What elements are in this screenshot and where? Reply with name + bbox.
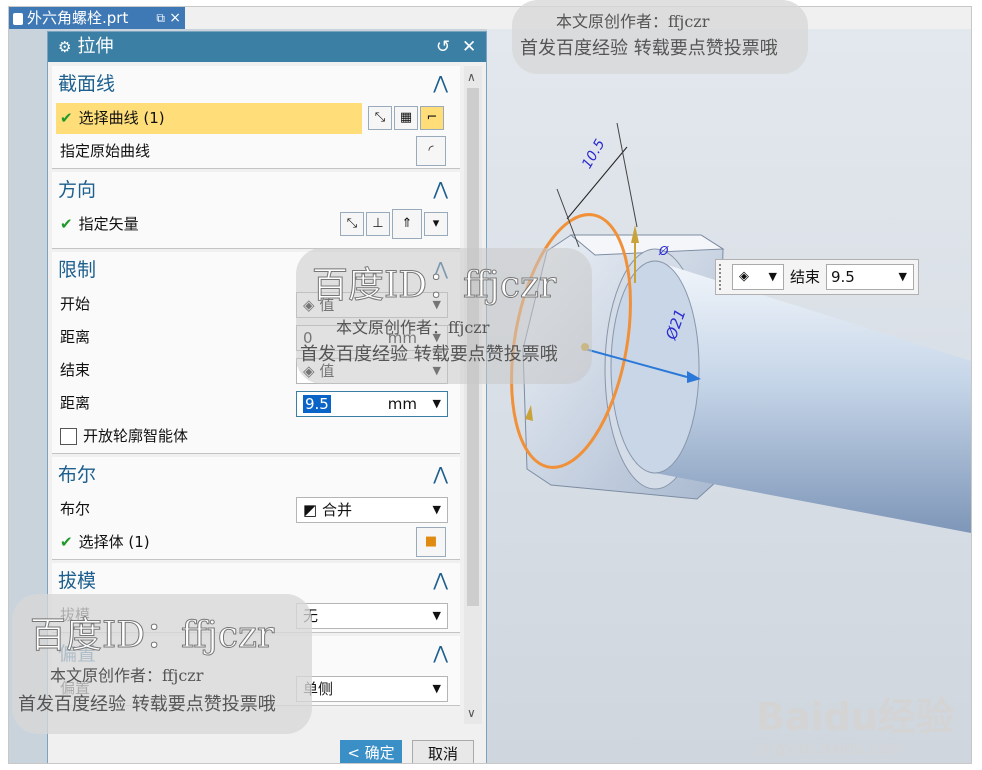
collapse-icon[interactable]: ⋀	[433, 563, 448, 599]
select-body-row[interactable]: ✔ 选择体 (1) ■	[52, 526, 460, 559]
open-profile-row[interactable]: 开放轮廓智能体	[52, 420, 460, 453]
dim-label-3: Ø	[658, 244, 669, 258]
end-distance-label: 距离	[60, 394, 91, 412]
section-curve-header[interactable]: 截面线 ⋀	[52, 66, 460, 102]
watermark-id-bottom: 百度ID：ffjczr	[29, 615, 275, 657]
specify-origin-row[interactable]: 指定原始曲线 ◜	[52, 135, 460, 168]
dim-label-1: 10.5	[579, 137, 608, 172]
gear-icon[interactable]: ⚙	[58, 38, 71, 56]
close-dialog-icon[interactable]: ✕	[462, 32, 476, 62]
check-icon: ✔	[60, 215, 73, 233]
dialog-scrollbar[interactable]: ∧ ∨	[464, 66, 482, 724]
specify-vector-label: 指定矢量	[78, 215, 139, 233]
file-tab[interactable]: 外六角螺栓.prt ⧉ ×	[9, 7, 185, 29]
curve-rule-icon[interactable]: ⤡	[368, 106, 392, 130]
drag-handle-up-head	[631, 225, 639, 243]
end-float-input[interactable]: 9.5 ▼	[826, 264, 914, 290]
collapse-icon[interactable]: ⋀	[433, 636, 448, 672]
vector-type-icon[interactable]: ⇑	[392, 209, 422, 239]
end-distance-row: 距离 9.5 mm ▼	[52, 387, 460, 420]
baidu-url: jingyan.baidu.com	[756, 739, 904, 758]
popout-icon[interactable]: ⧉	[156, 7, 165, 29]
model-drawing: 10.5 Ø21 Ø	[510, 122, 971, 533]
dropdown-arrow-icon: ▼	[768, 270, 777, 283]
direction-group: 方向 ⋀ ✔ 指定矢量 ⤡ ⊥ ⇑ ▾	[52, 172, 460, 249]
select-curve-label: 选择曲线 (1)	[78, 109, 165, 127]
graphics-viewport[interactable]: 10.5 Ø21 Ø	[487, 29, 971, 763]
dropdown-arrow-icon: ▼	[432, 609, 441, 622]
end-distance-input[interactable]: 9.5 mm ▼	[296, 391, 448, 417]
watermark-id-mid: 百度ID：ffjczr	[311, 265, 557, 307]
part-file-icon	[13, 12, 23, 25]
watermark-author-bottom: 本文原创作者：ffjczr	[50, 666, 204, 685]
dropdown-arrow-icon: ▼	[432, 397, 441, 410]
close-tab-icon[interactable]: ×	[169, 7, 181, 29]
specify-vector-row[interactable]: ✔ 指定矢量 ⤡ ⊥ ⇑ ▾	[52, 208, 460, 248]
direction-header[interactable]: 方向 ⋀	[52, 172, 460, 208]
start-label: 开始	[60, 295, 91, 313]
origin-curve-icon[interactable]: ◜	[416, 136, 446, 166]
vector-dropdown-icon[interactable]: ▾	[424, 212, 448, 236]
check-icon: ✔	[60, 109, 73, 127]
drag-grip[interactable]	[719, 264, 725, 290]
boolean-row: 布尔 ◩ 合并 ▼	[52, 493, 460, 526]
end-label: 结束	[60, 361, 91, 379]
watermark-note-top: 首发百度经验 转载要点赞投票哦	[520, 38, 778, 59]
scroll-down-icon[interactable]: ∨	[467, 706, 476, 720]
watermark-note-bottom: 首发百度经验 转载要点赞投票哦	[18, 694, 276, 715]
collapse-icon[interactable]: ⋀	[433, 66, 448, 102]
check-icon: ✔	[60, 533, 73, 551]
reverse-direction-icon[interactable]: ⤡	[340, 212, 364, 236]
ok-button[interactable]: < 确定 >	[340, 740, 402, 763]
select-body-label: 选择体 (1)	[78, 533, 150, 551]
section-sketch-icon[interactable]: ⌐	[420, 106, 444, 130]
end-float-label: 结束	[790, 268, 821, 286]
baidu-logo: Baidu经验 jingyan.baidu.com	[756, 686, 954, 758]
boolean-label: 布尔	[60, 500, 91, 518]
dialog-title: 拉伸	[77, 36, 114, 57]
offset-select[interactable]: 单侧 ▼	[296, 676, 448, 702]
open-profile-label: 开放轮廓智能体	[83, 427, 189, 445]
end-distance-handle-box: ◈ ▼ 结束 9.5 ▼	[715, 259, 919, 295]
watermark-author-top: 本文原创作者：ffjczr	[556, 12, 710, 31]
collapse-icon[interactable]: ⋀	[433, 172, 448, 208]
open-profile-checkbox[interactable]	[60, 428, 77, 445]
dialog-title-bar[interactable]: ⚙ 拉伸 ↺ ✕	[48, 32, 486, 62]
scroll-up-icon[interactable]: ∧	[467, 70, 476, 84]
watermark-author-mid: 本文原创作者：ffjczr	[336, 318, 490, 337]
cancel-button[interactable]: 取消	[412, 740, 474, 763]
boolean-select[interactable]: ◩ 合并 ▼	[296, 497, 448, 523]
section-curve-group: 截面线 ⋀ ✔ 选择曲线 (1) ⤡ ▦ ⌐ 指定原始曲线 ◜	[52, 66, 460, 169]
file-tab-name: 外六角螺栓.prt	[27, 9, 129, 27]
reset-icon[interactable]: ↺	[436, 32, 450, 62]
dropdown-arrow-icon: ▼	[898, 270, 907, 283]
watermark-note-mid: 首发百度经验 转载要点赞投票哦	[300, 344, 558, 365]
start-distance-label: 距离	[60, 328, 91, 346]
specify-origin-label: 指定原始曲线	[60, 142, 151, 160]
dropdown-arrow-icon: ▼	[432, 503, 441, 516]
solid-body-icon[interactable]: ■	[416, 527, 446, 557]
dim-ext-2	[616, 122, 638, 228]
vector-dialog-icon[interactable]: ⊥	[366, 212, 390, 236]
cube-icon: ◈	[739, 269, 749, 284]
unite-icon: ◩	[303, 501, 322, 519]
collapse-icon[interactable]: ⋀	[433, 457, 448, 493]
baidu-logo-text: Baidu经验	[756, 695, 954, 739]
dropdown-arrow-icon: ▼	[432, 682, 441, 695]
end-type-select[interactable]: ◈ ▼	[732, 264, 784, 290]
sketch-icon[interactable]: ▦	[394, 106, 418, 130]
boolean-header[interactable]: 布尔 ⋀	[52, 457, 460, 493]
boolean-group: 布尔 ⋀ 布尔 ◩ 合并 ▼ ✔ 选择体 (1) ■	[52, 457, 460, 560]
select-curve-row[interactable]: ✔ 选择曲线 (1) ⤡ ▦ ⌐	[52, 102, 460, 135]
draft-select[interactable]: 无▼	[296, 603, 448, 629]
